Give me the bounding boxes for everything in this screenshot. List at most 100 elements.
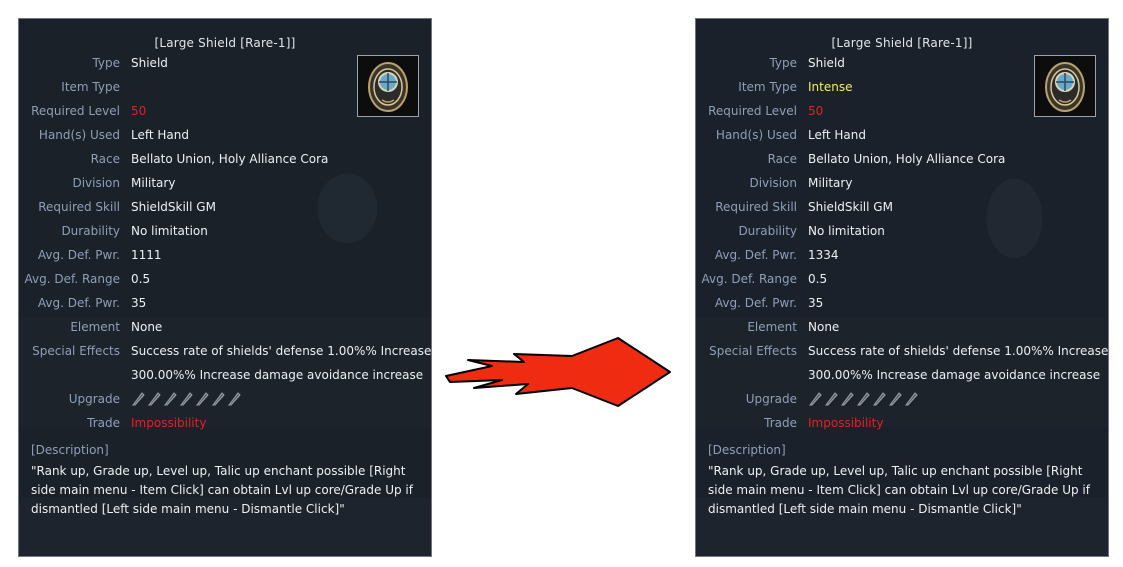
stat-value: ShieldSkill GM bbox=[808, 200, 893, 214]
stat-label: Item Type bbox=[738, 80, 797, 94]
stat-row: Race Bellato Union, Holy Alliance Cora bbox=[19, 152, 431, 172]
stat-row: Trade Impossibility bbox=[19, 416, 431, 436]
upgrade-slots bbox=[131, 391, 242, 406]
stat-row: Avg. Def. Pwr. 35 bbox=[696, 296, 1108, 316]
stat-row: Trade Impossibility bbox=[696, 416, 1108, 436]
stat-value: Success rate of shields' defense 1.00%% … bbox=[808, 344, 1109, 358]
stat-label: Trade bbox=[87, 416, 120, 430]
upgrade-slot-icon bbox=[212, 392, 225, 406]
stat-label: Race bbox=[767, 152, 797, 166]
description-header: [Description] bbox=[31, 443, 109, 457]
stat-value: Shield bbox=[131, 56, 168, 70]
stat-label: Durability bbox=[738, 224, 797, 238]
stat-label: Type bbox=[769, 56, 797, 70]
upgrade-slot-icon bbox=[180, 392, 193, 406]
stat-row: Element None bbox=[19, 320, 431, 340]
stat-value: Left Hand bbox=[131, 128, 189, 142]
stat-row: Avg. Def. Range 0.5 bbox=[19, 272, 431, 292]
stat-label: Type bbox=[92, 56, 120, 70]
stat-label: Upgrade bbox=[745, 392, 797, 406]
stat-row: Special Effects Success rate of shields' … bbox=[19, 344, 431, 364]
stat-value: Left Hand bbox=[808, 128, 866, 142]
stat-value: No limitation bbox=[808, 224, 885, 238]
stat-row: Required Skill ShieldSkill GM bbox=[19, 200, 431, 220]
stat-label: Required Skill bbox=[715, 200, 797, 214]
stat-label: Avg. Def. Pwr. bbox=[714, 296, 797, 310]
stat-value: 1111 bbox=[131, 248, 162, 262]
upgrade-slot-icon bbox=[164, 392, 177, 406]
stat-label: Special Effects bbox=[32, 344, 120, 358]
description-text: "Rank up, Grade up, Level up, Talic up e… bbox=[708, 464, 1090, 516]
stat-label: Upgrade bbox=[68, 392, 120, 406]
stat-row: Hand(s) Used Left Hand bbox=[696, 128, 1108, 148]
upgrade-slot-icon bbox=[905, 392, 918, 406]
upgrade-slot-icon bbox=[889, 392, 902, 406]
upgrade-slot-icon bbox=[228, 392, 241, 406]
stat-label: Division bbox=[749, 176, 797, 190]
upgrade-slot-icon bbox=[809, 392, 822, 406]
stat-row: Avg. Def. Range 0.5 bbox=[696, 272, 1108, 292]
stat-value: Success rate of shields' defense 1.00%% … bbox=[131, 344, 432, 358]
stat-label: Avg. Def. Pwr. bbox=[37, 296, 120, 310]
stat-row: Race Bellato Union, Holy Alliance Cora bbox=[696, 152, 1108, 172]
stat-row: Avg. Def. Pwr. 1334 bbox=[696, 248, 1108, 268]
stat-label: Hand(s) Used bbox=[38, 128, 120, 142]
stat-row: Avg. Def. Pwr. 35 bbox=[19, 296, 431, 316]
upgrade-slots bbox=[808, 391, 919, 406]
description-header: [Description] bbox=[708, 443, 786, 457]
stat-value: Bellato Union, Holy Alliance Cora bbox=[808, 152, 1006, 166]
stat-label: Avg. Def. Pwr. bbox=[714, 248, 797, 262]
stat-row: Type Shield bbox=[696, 56, 1108, 76]
stat-row: Element None bbox=[696, 320, 1108, 340]
tooltip-before: [Large Shield [Rare-1]] Type Shield Item T… bbox=[18, 18, 432, 557]
stat-value: No limitation bbox=[131, 224, 208, 238]
stat-label: Special Effects bbox=[709, 344, 797, 358]
stat-row: 300.00%% Increase damage avoidance incre… bbox=[696, 368, 1108, 388]
stat-row: Item Type Intense bbox=[696, 80, 1108, 100]
stat-row: Item Type bbox=[19, 80, 431, 100]
stat-value: ShieldSkill GM bbox=[131, 200, 216, 214]
stat-label: Hand(s) Used bbox=[715, 128, 797, 142]
stat-value: 300.00%% Increase damage avoidance incre… bbox=[808, 368, 1101, 382]
stat-value: None bbox=[131, 320, 163, 334]
upgrade-slot-icon bbox=[857, 392, 870, 406]
stat-value: Intense bbox=[808, 80, 853, 94]
stat-label: Required Level bbox=[708, 104, 797, 118]
stat-row: Required Level 50 bbox=[696, 104, 1108, 124]
stat-value: Shield bbox=[808, 56, 845, 70]
stat-row: Hand(s) Used Left Hand bbox=[19, 128, 431, 148]
stat-label: Avg. Def. Range bbox=[24, 272, 121, 286]
stat-value: 300.00%% Increase damage avoidance incre… bbox=[131, 368, 424, 382]
stat-value: Military bbox=[808, 176, 853, 190]
stat-value: Impossibility bbox=[131, 416, 207, 430]
upgrade-slot-icon bbox=[873, 392, 886, 406]
upgrade-slot-icon bbox=[825, 392, 838, 406]
stat-value: Impossibility bbox=[808, 416, 884, 430]
stat-row: Division Military bbox=[19, 176, 431, 196]
stat-row: Division Military bbox=[696, 176, 1108, 196]
item-title: [Large Shield [Rare-1]] bbox=[154, 36, 296, 50]
stat-row: Special Effects Success rate of shields' … bbox=[696, 344, 1108, 364]
stat-value: 50 bbox=[131, 104, 147, 118]
stat-row: 300.00%% Increase damage avoidance incre… bbox=[19, 368, 431, 388]
item-title: [Large Shield [Rare-1]] bbox=[831, 36, 973, 50]
upgrade-slot-icon bbox=[841, 392, 854, 406]
description-text: "Rank up, Grade up, Level up, Talic up e… bbox=[31, 464, 413, 516]
stat-value: 0.5 bbox=[808, 272, 828, 286]
upgrade-slot-icon bbox=[148, 392, 161, 406]
stat-value: 35 bbox=[131, 296, 147, 310]
stat-row: Required Level 50 bbox=[19, 104, 431, 124]
stat-label: Element bbox=[747, 320, 797, 334]
stat-label: Durability bbox=[61, 224, 120, 238]
stat-row: Required Skill ShieldSkill GM bbox=[696, 200, 1108, 220]
stat-value: None bbox=[808, 320, 840, 334]
stat-label: Required Level bbox=[31, 104, 120, 118]
stat-row: Type Shield bbox=[19, 56, 431, 76]
tooltip-after: [Large Shield [Rare-1]] Type Shield Item T… bbox=[695, 18, 1109, 557]
stat-label: Avg. Def. Pwr. bbox=[37, 248, 120, 262]
upgrade-slot-icon bbox=[196, 392, 209, 406]
stat-label: Race bbox=[90, 152, 120, 166]
stat-value: 50 bbox=[808, 104, 824, 118]
stat-value: 1334 bbox=[808, 248, 839, 262]
stat-value: Bellato Union, Holy Alliance Cora bbox=[131, 152, 329, 166]
